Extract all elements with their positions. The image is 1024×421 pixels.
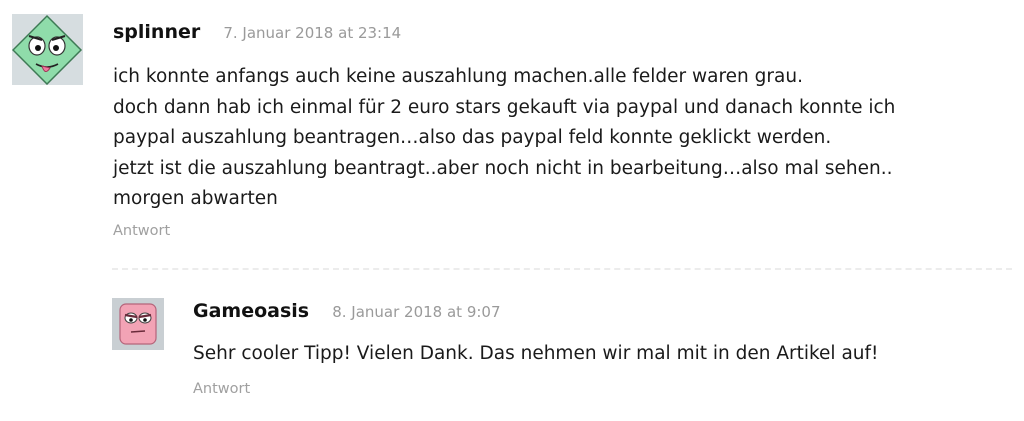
comment-author[interactable]: splinner	[113, 21, 200, 43]
comment-body: ich konnte anfangs auch keine auszahlung…	[113, 62, 1003, 215]
pink-monster-avatar-icon[interactable]	[112, 298, 164, 350]
reply-link[interactable]: Antwort	[193, 381, 250, 397]
comment-line: doch dann hab ich einmal für 2 euro star…	[113, 96, 896, 118]
reply-link[interactable]: Antwort	[113, 223, 170, 239]
comment-author[interactable]: Gameoasis	[193, 300, 309, 322]
comment-line: Sehr cooler Tipp! Vielen Dank. Das nehme…	[193, 343, 879, 364]
comment-meta: Gameoasis 8. Januar 2018 at 9:07	[193, 300, 501, 322]
comment-date[interactable]: 7. Januar 2018 at 23:14	[223, 24, 401, 42]
comment-date[interactable]: 8. Januar 2018 at 9:07	[332, 303, 500, 321]
comment-line: paypal auszahlung beantragen…also das pa…	[113, 127, 832, 148]
comment-line: ich konnte anfangs auch keine auszahlung…	[113, 66, 803, 87]
comment-divider	[112, 268, 1012, 270]
comment-meta: splinner 7. Januar 2018 at 23:14	[113, 21, 401, 43]
comment-line: jetzt ist die auszahlung beantragt..aber…	[113, 157, 893, 179]
comment-line: morgen abwarten	[113, 188, 278, 209]
green-monster-avatar-icon[interactable]	[12, 14, 83, 85]
comment-body: Sehr cooler Tipp! Vielen Dank. Das nehme…	[193, 339, 993, 370]
